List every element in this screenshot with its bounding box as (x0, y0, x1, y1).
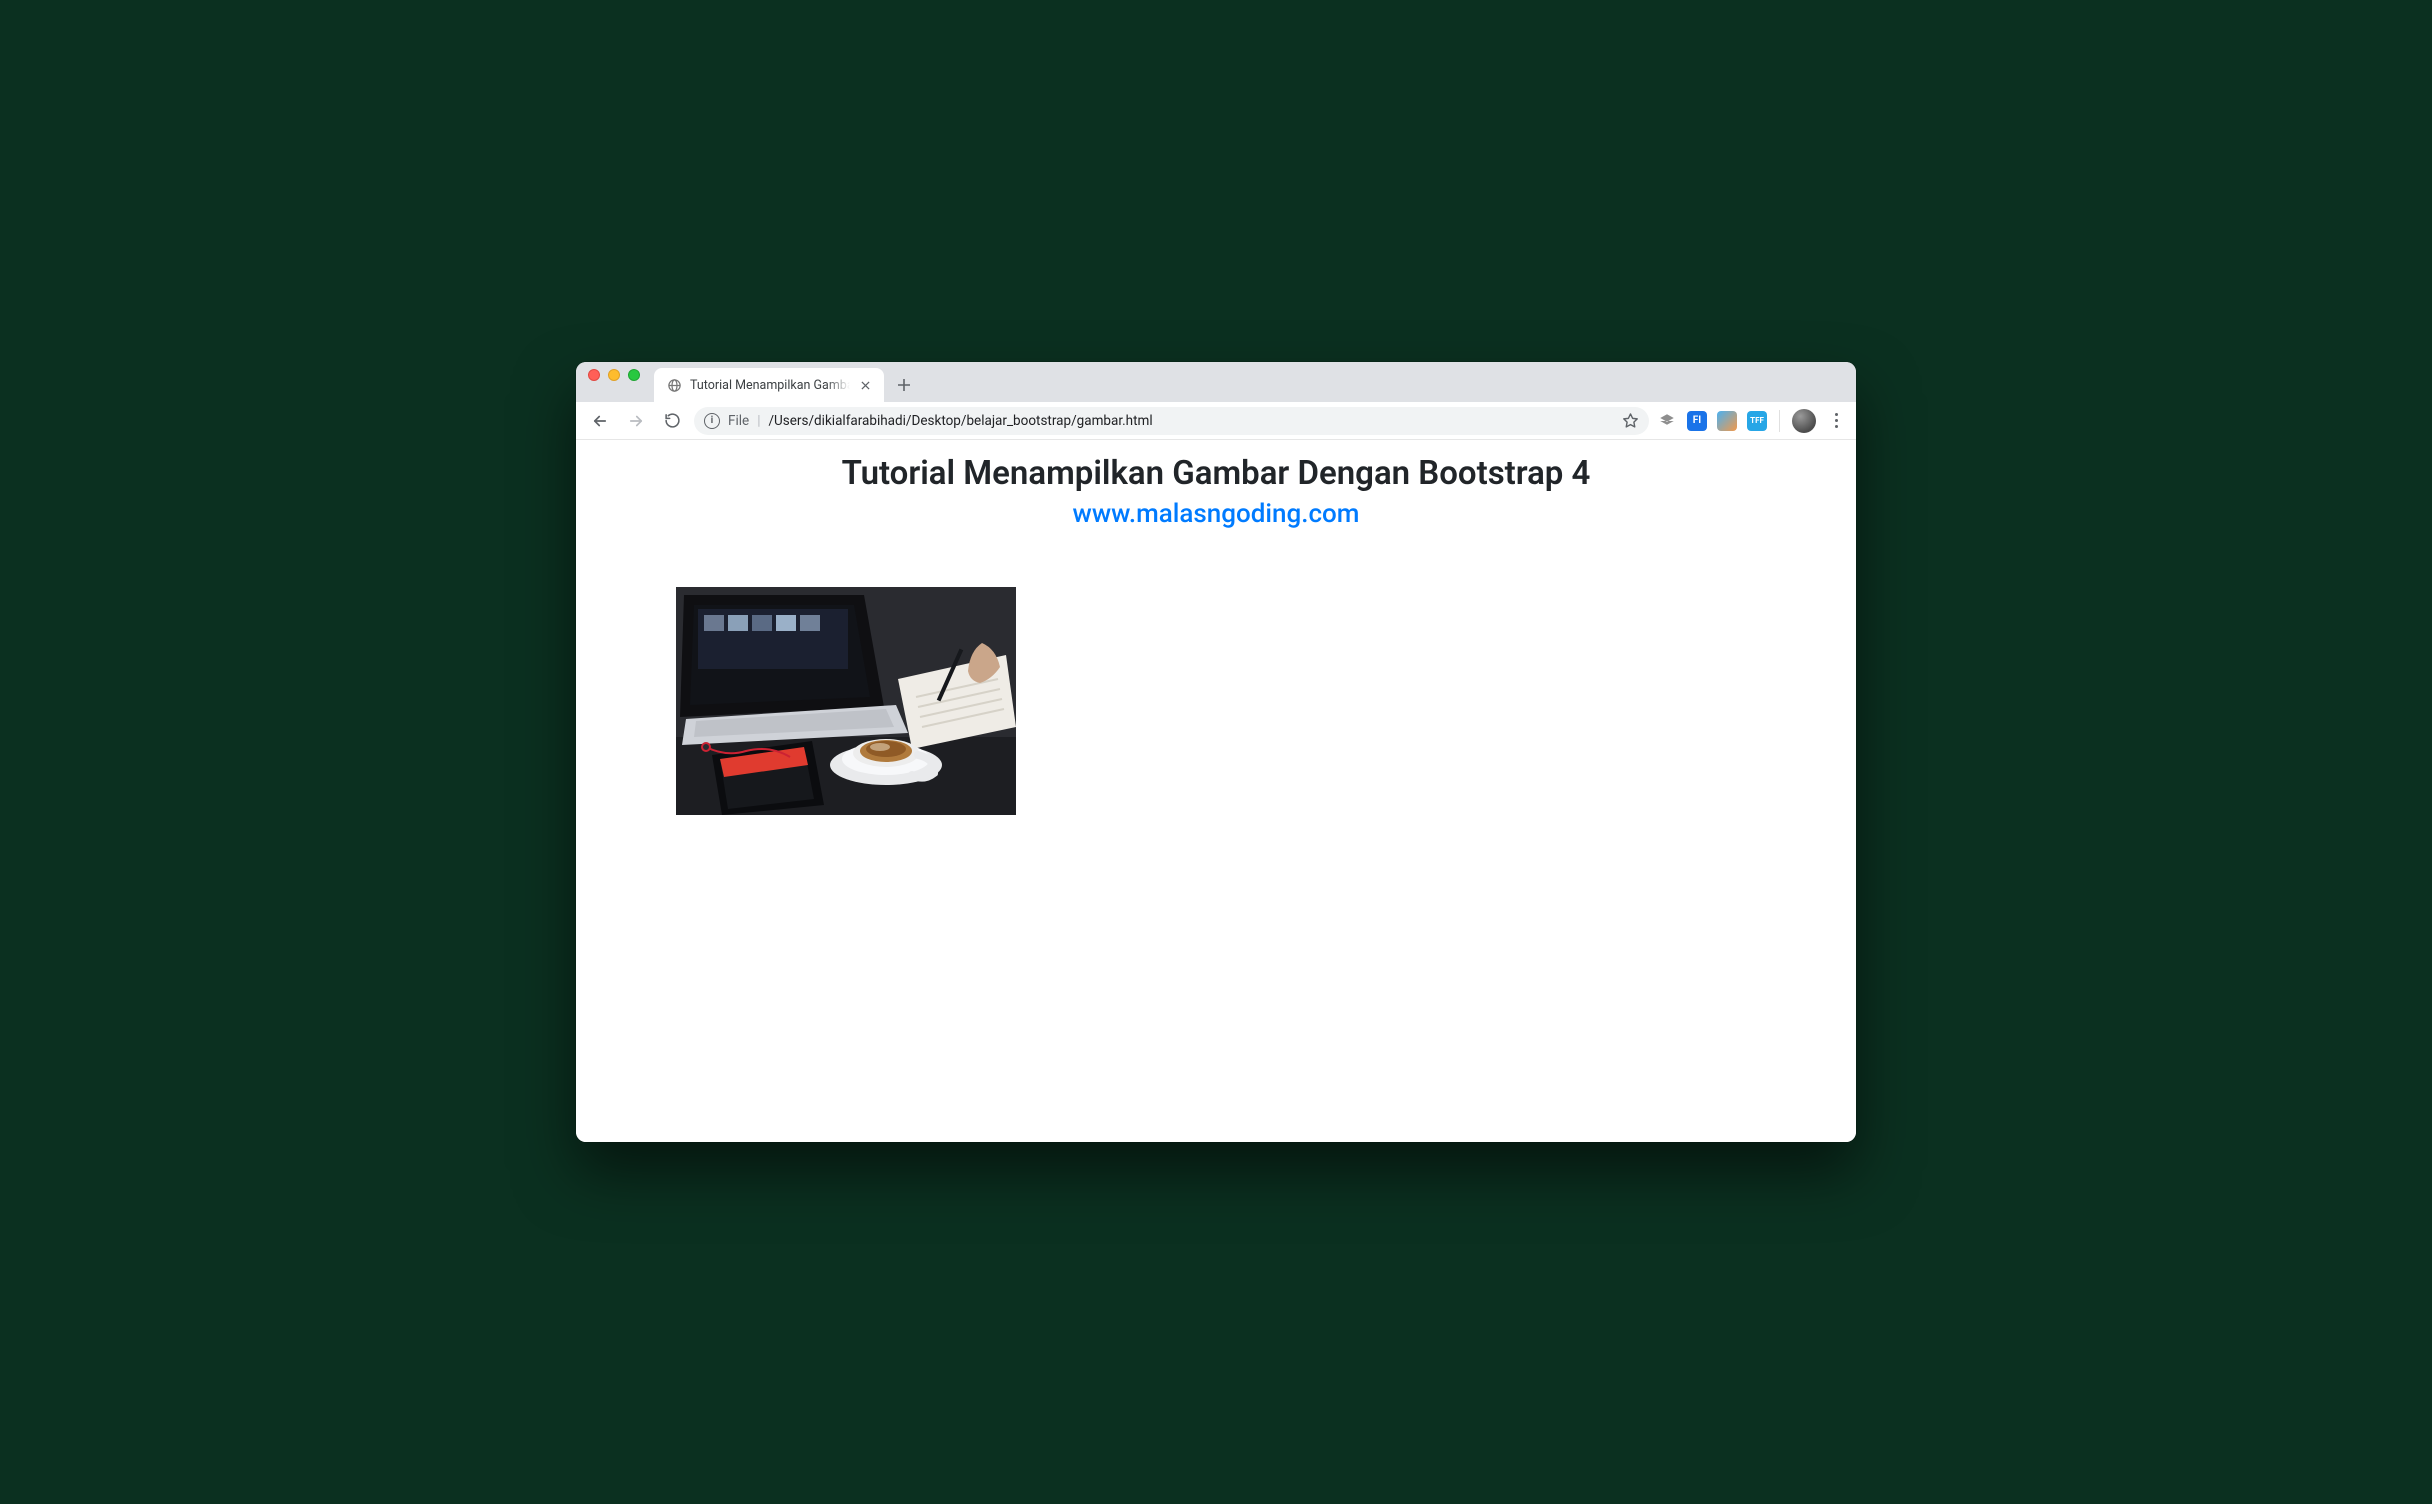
url-path: /Users/dikialfarabihadi/Desktop/belajar_… (768, 413, 1152, 429)
content-image (676, 587, 1016, 815)
browser-toolbar: i File | /Users/dikialfarabihadi/Desktop… (576, 402, 1856, 440)
site-link[interactable]: www.malasngoding.com (1073, 499, 1360, 529)
window-controls (588, 362, 640, 402)
extension-layers-icon[interactable] (1657, 411, 1677, 431)
url-scheme: File (728, 413, 749, 429)
tab-title: Tutorial Menampilkan Gambar Dengan Boots… (690, 378, 850, 393)
bookmark-star-icon[interactable] (1622, 412, 1639, 429)
browser-window: Tutorial Menampilkan Gambar Dengan Boots… (576, 362, 1856, 1142)
minimize-window-button[interactable] (608, 369, 620, 381)
extension-tff-icon[interactable]: TFF (1747, 411, 1767, 431)
reload-button[interactable] (658, 407, 686, 435)
back-button[interactable] (586, 407, 614, 435)
close-tab-button[interactable] (858, 378, 872, 392)
page-subheading: www.malasngoding.com (576, 499, 1856, 529)
page-heading: Tutorial Menampilkan Gambar Dengan Boots… (576, 454, 1856, 493)
new-tab-button[interactable] (890, 371, 918, 399)
browser-menu-button[interactable] (1826, 413, 1846, 428)
page-viewport: Tutorial Menampilkan Gambar Dengan Boots… (576, 440, 1856, 1142)
browser-tab[interactable]: Tutorial Menampilkan Gambar Dengan Boots… (654, 368, 884, 402)
toolbar-divider (1779, 410, 1780, 432)
site-info-icon[interactable]: i (704, 413, 720, 429)
url-separator: | (757, 413, 760, 429)
page-content: Tutorial Menampilkan Gambar Dengan Boots… (576, 440, 1856, 815)
address-bar[interactable]: i File | /Users/dikialfarabihadi/Desktop… (694, 407, 1649, 435)
extension-fi-icon[interactable]: FI (1687, 411, 1707, 431)
titlebar: Tutorial Menampilkan Gambar Dengan Boots… (576, 362, 1856, 402)
globe-icon (666, 377, 682, 393)
profile-avatar[interactable] (1792, 409, 1816, 433)
image-container (676, 587, 1856, 815)
close-window-button[interactable] (588, 369, 600, 381)
extension-color-icon[interactable] (1717, 411, 1737, 431)
forward-button[interactable] (622, 407, 650, 435)
extensions-row: FI TFF (1657, 409, 1846, 433)
maximize-window-button[interactable] (628, 369, 640, 381)
